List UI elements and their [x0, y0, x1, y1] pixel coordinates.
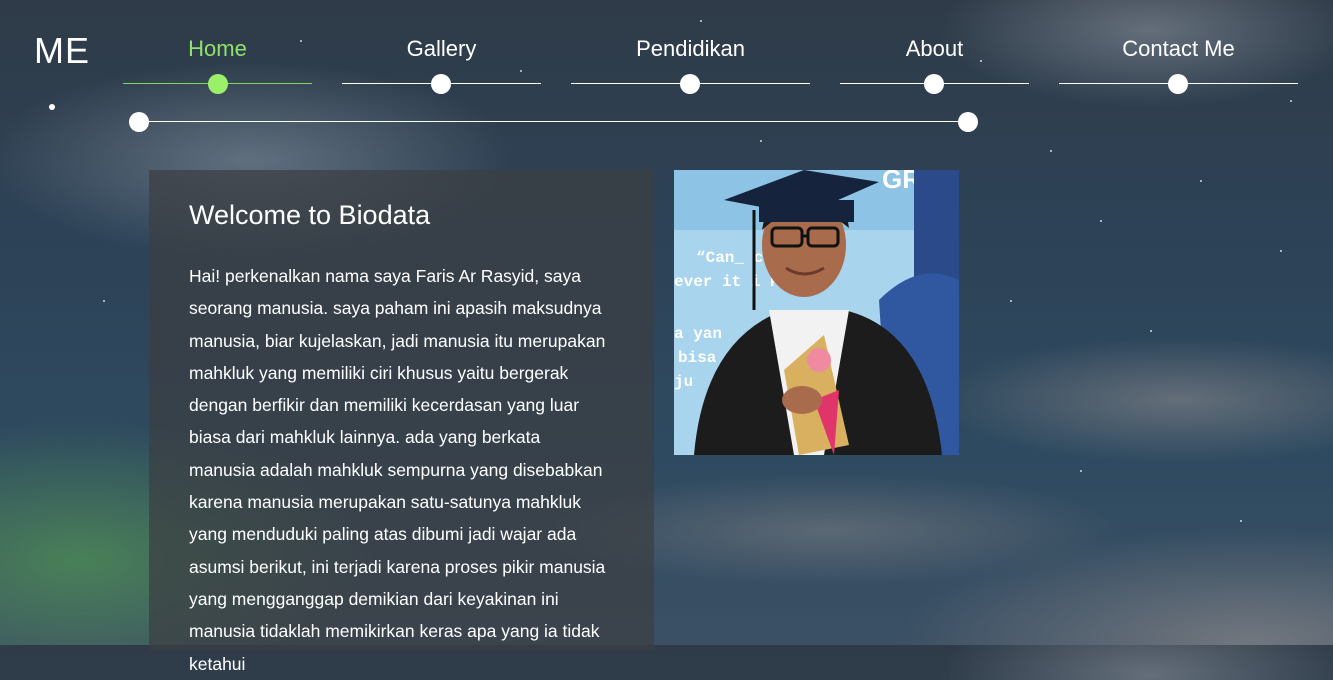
range-slider-handle-start[interactable]	[129, 112, 149, 132]
quote-line-4: bisa	[678, 349, 717, 367]
nav-dot-about[interactable]	[924, 74, 944, 94]
graduation-portrait: GRA “Can_ co see w ever it i Pr a yan bi…	[674, 170, 959, 455]
nav-dot-gallery[interactable]	[431, 74, 451, 94]
card-title: Welcome to Biodata	[189, 200, 431, 230]
nav-label-contact: Contact Me	[1122, 36, 1235, 61]
nav-label-gallery: Gallery	[406, 36, 477, 61]
quote-line-5: ju	[674, 373, 693, 391]
nav-label-about: About	[905, 36, 964, 61]
card-body: Hai! perkenalkan nama saya Faris Ar Rasy…	[189, 266, 606, 674]
nav-dot-home[interactable]	[208, 74, 228, 94]
nav-item-about[interactable]: About	[840, 36, 1029, 62]
nav-dot-pendidikan[interactable]	[680, 74, 700, 94]
nav-item-contact[interactable]: Contact Me	[1059, 36, 1298, 62]
range-slider-track[interactable]	[139, 121, 968, 122]
nav-label-pendidikan: Pendidikan	[636, 36, 745, 61]
range-slider-handle-end[interactable]	[958, 112, 978, 132]
site-logo[interactable]: ME	[34, 30, 90, 72]
biodata-card: Welcome to Biodata Hai! perkenalkan nama…	[149, 170, 654, 674]
profile-photo: GRA “Can_ co see w ever it i Pr a yan bi…	[674, 170, 959, 455]
logo-dot	[49, 104, 55, 110]
nav-item-pendidikan[interactable]: Pendidikan	[571, 36, 810, 62]
nav-label-home: Home	[188, 36, 247, 61]
nav-item-home[interactable]: Home	[123, 36, 312, 62]
quote-line-3: a yan	[674, 325, 722, 343]
nav-dot-contact[interactable]	[1168, 74, 1188, 94]
nav-item-gallery[interactable]: Gallery	[342, 36, 541, 62]
